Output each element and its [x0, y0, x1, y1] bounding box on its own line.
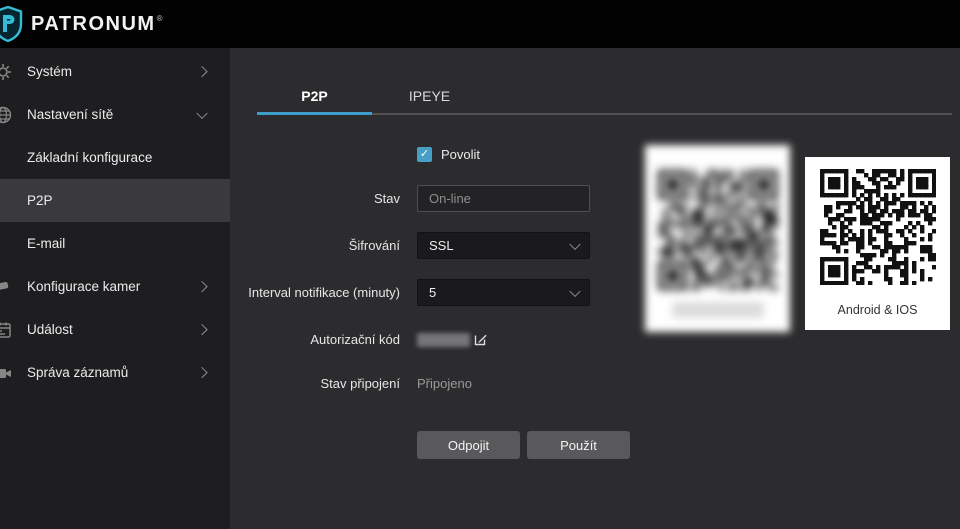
status-input[interactable] [417, 185, 590, 212]
tab-underline [257, 112, 952, 115]
encryption-select[interactable]: SSL [417, 232, 590, 259]
sidebar-item-label: Systém [27, 64, 73, 79]
sidebar-item-label: Základní konfigurace [27, 150, 153, 165]
chevron-down-icon [569, 238, 581, 250]
main-content: P2PIPEYE ✓ Povolit Stav Šifrování SSL In… [230, 48, 960, 529]
sidebar-item-event[interactable]: Událost [0, 308, 230, 351]
sidebar-item-network-settings[interactable]: Nastavení sítě [0, 93, 230, 136]
camera-icon [0, 277, 13, 297]
enable-checkbox[interactable]: ✓ [417, 147, 432, 162]
status-label: Stav [373, 191, 400, 206]
sidebar-item-camera-config[interactable]: Konfigurace kamer [0, 265, 230, 308]
sidebar: Systém Nastavení sítě Základní konfigurace… [0, 48, 230, 529]
sidebar-item-basic-config[interactable]: Základní konfigurace [0, 136, 230, 179]
sidebar-item-p2p[interactable]: P2P [0, 179, 230, 222]
interval-select[interactable]: 5 [417, 279, 590, 306]
chevron-right-icon [196, 323, 208, 335]
shield-logo-icon [0, 6, 23, 42]
sidebar-item-label: Nastavení sítě [27, 107, 114, 122]
device-qr-card [645, 145, 790, 332]
system-icon [0, 62, 13, 82]
sidebar-item-label: Konfigurace kamer [27, 279, 141, 294]
device-qr-code [657, 170, 778, 290]
sidebar-item-label: Událost [27, 322, 73, 337]
sidebar-item-records[interactable]: Správa záznamů [0, 351, 230, 394]
interval-label: Interval notifikace (minuty) [248, 285, 400, 300]
sidebar-item-email[interactable]: E-mail [0, 222, 230, 265]
chevron-right-icon [196, 366, 208, 378]
disconnect-button[interactable]: Odpojit [417, 431, 520, 459]
sidebar-item-label: E-mail [27, 236, 66, 251]
connection-status-value: Připojeno [417, 376, 472, 391]
encryption-label: Šifrování [348, 238, 400, 253]
enable-label: Povolit [441, 147, 481, 162]
auth-code-label: Autorizační kód [310, 332, 400, 347]
patronum-logo: PATRONUM ® [0, 6, 163, 42]
logo-text: PATRONUM [31, 12, 156, 35]
records-icon [0, 363, 13, 383]
sidebar-item-label: Správa záznamů [27, 365, 129, 380]
top-bar: PATRONUM ® [0, 0, 960, 48]
chevron-down-icon [569, 285, 581, 297]
apply-button[interactable]: Použít [527, 431, 630, 459]
chevron-right-icon [196, 280, 208, 292]
logo-registered-mark: ® [156, 13, 163, 23]
chevron-down-icon [196, 107, 208, 119]
active-tab-indicator [257, 112, 372, 115]
sidebar-item-label: P2P [27, 193, 53, 208]
event-icon [0, 320, 13, 340]
app-qr-card: Android & IOS [805, 157, 950, 330]
edit-icon[interactable] [474, 332, 488, 346]
auth-code-hidden-value [417, 333, 470, 347]
device-id-blurred-text [671, 302, 764, 318]
network-icon [0, 105, 13, 125]
encryption-select-value: SSL [429, 238, 454, 253]
chevron-right-icon [196, 65, 208, 77]
app-qr-label: Android & IOS [837, 303, 918, 317]
app-download-qr-code [819, 169, 936, 285]
sidebar-item-system[interactable]: Systém [0, 50, 230, 93]
connection-status-label: Stav připojení [320, 376, 401, 391]
interval-select-value: 5 [429, 285, 437, 300]
